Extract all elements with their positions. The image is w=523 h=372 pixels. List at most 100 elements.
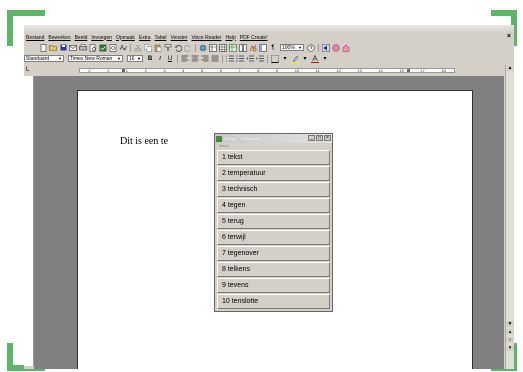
- minimize-icon[interactable]: _: [308, 135, 315, 141]
- show-formatting-icon[interactable]: ¶: [269, 44, 277, 52]
- style-select[interactable]: Standaard ▼: [24, 55, 64, 62]
- read-aloud-icon[interactable]: [322, 43, 330, 52]
- chevron-down-icon[interactable]: ▾: [321, 55, 329, 63]
- ruler-number: 17: [420, 68, 425, 73]
- save-icon[interactable]: [59, 44, 67, 52]
- font-size-select[interactable]: 16 ▼: [127, 55, 143, 62]
- undo-icon[interactable]: [174, 44, 182, 52]
- maximize-icon[interactable]: □: [316, 135, 323, 141]
- toolbar-separator: [318, 43, 319, 52]
- format-painter-icon[interactable]: [164, 43, 172, 52]
- spellcheck-icon[interactable]: [99, 44, 107, 52]
- menu-help[interactable]: Help: [224, 35, 238, 41]
- menu-beeld[interactable]: Beeld: [73, 35, 90, 41]
- suggestion-item[interactable]: 9 tevens: [217, 278, 330, 293]
- toolbar-separator: [177, 54, 178, 63]
- bullets-icon[interactable]: [236, 55, 244, 63]
- chevron-down-icon[interactable]: ▾: [301, 55, 309, 63]
- suggestion-item[interactable]: 6 terwijl: [217, 230, 330, 245]
- new-doc-icon[interactable]: [39, 43, 47, 52]
- popup-menu-label[interactable]: Menu: [215, 143, 332, 149]
- suggestion-item[interactable]: 7 tegenover: [217, 246, 330, 261]
- vertical-ruler[interactable]: [24, 76, 34, 366]
- zoom-select[interactable]: 100% ▼: [280, 44, 304, 51]
- print-preview-icon[interactable]: [89, 43, 97, 52]
- menu-bestand[interactable]: Bestand: [24, 35, 46, 41]
- suggestion-item[interactable]: 5 terug: [217, 214, 330, 229]
- popup-title-bar[interactable]: Skippy - Trefwoorden _ □ ×: [215, 134, 332, 143]
- research-icon[interactable]: [109, 43, 117, 52]
- print-icon[interactable]: [79, 44, 87, 52]
- vertical-scrollbar[interactable]: ▲ ▼ ▴ ○ ▾: [505, 65, 514, 369]
- open-icon[interactable]: [49, 44, 57, 52]
- ruler-number: 12: [336, 68, 341, 73]
- chevron-down-icon[interactable]: ▾: [281, 55, 289, 63]
- numbering-icon[interactable]: [226, 55, 234, 63]
- menu-invoegen[interactable]: Invoegen: [89, 35, 114, 41]
- document-text[interactable]: Dit is een te: [120, 136, 168, 147]
- zoom-value: 100%: [282, 44, 295, 51]
- drawing-icon[interactable]: [249, 44, 257, 52]
- chevron-down-icon: ▼: [117, 56, 121, 61]
- font-color-icon[interactable]: [311, 54, 319, 63]
- previous-page-icon[interactable]: ▴: [506, 329, 514, 335]
- email-icon[interactable]: [69, 44, 77, 52]
- decrease-indent-icon[interactable]: [246, 55, 254, 63]
- suggestion-item[interactable]: 2 temperatuur: [217, 166, 330, 181]
- insert-table-icon[interactable]: [219, 43, 227, 52]
- tables-borders-icon[interactable]: [209, 43, 217, 52]
- cut-icon[interactable]: [134, 44, 142, 52]
- style-value: Standaard: [26, 55, 50, 62]
- read-aloud-home-icon[interactable]: [342, 44, 350, 52]
- menu-tabel[interactable]: Tabel: [153, 35, 169, 41]
- italic-button[interactable]: I: [156, 55, 164, 63]
- suggestion-item[interactable]: 1 tekst: [217, 150, 330, 165]
- paste-icon[interactable]: [154, 44, 162, 52]
- select-browse-object-icon[interactable]: ○: [506, 337, 514, 343]
- underline-button[interactable]: U: [166, 55, 174, 63]
- ruler-scale[interactable]: 2 1 1 2 3 4 5 6 7 8 9 10 11 12 13 14 15 …: [79, 68, 455, 73]
- menu-venster[interactable]: Venster: [169, 35, 190, 41]
- menu-voice-reader[interactable]: Voice Reader: [189, 35, 223, 41]
- scroll-down-icon[interactable]: ▼: [506, 321, 514, 327]
- scroll-up-icon[interactable]: ▲: [506, 65, 514, 71]
- suggestion-item[interactable]: 8 telkens: [217, 262, 330, 277]
- border-icon[interactable]: [271, 54, 279, 63]
- align-left-icon[interactable]: [181, 55, 189, 63]
- justify-icon[interactable]: [211, 55, 219, 63]
- close-icon[interactable]: ×: [324, 135, 331, 141]
- suggestion-item[interactable]: 4 tegen: [217, 198, 330, 213]
- menu-opmaak[interactable]: Opmaak: [114, 35, 137, 41]
- toolbar-separator: [222, 54, 223, 63]
- document-map-icon[interactable]: [259, 43, 267, 52]
- ruler-number: 3: [163, 68, 166, 73]
- menu-pdf-create[interactable]: PDF Create!: [238, 35, 270, 41]
- read-aloud-stop-icon[interactable]: [332, 43, 340, 52]
- menu-bewerken[interactable]: Bewerken: [46, 35, 72, 41]
- right-margin-marker[interactable]: [407, 69, 410, 72]
- redo-icon[interactable]: [184, 44, 192, 52]
- align-right-icon[interactable]: [201, 55, 209, 63]
- hyperlink-icon[interactable]: [199, 44, 207, 52]
- help-icon[interactable]: [307, 43, 315, 52]
- left-indent-marker[interactable]: [122, 69, 125, 72]
- insert-excel-icon[interactable]: [229, 43, 237, 52]
- next-page-icon[interactable]: ▾: [506, 345, 514, 351]
- font-select[interactable]: Times New Roman ▼: [68, 55, 123, 62]
- formatting-toolbar: Standaard ▼ Times New Roman ▼ 16 ▼ B I U ▾ …: [24, 53, 514, 64]
- align-center-icon[interactable]: [191, 55, 199, 63]
- menu-extra[interactable]: Extra: [137, 35, 153, 41]
- bold-button[interactable]: B: [146, 55, 154, 63]
- increase-indent-icon[interactable]: [256, 55, 264, 63]
- app-icon: [216, 135, 222, 142]
- chevron-down-icon: ▼: [298, 45, 302, 50]
- highlight-icon[interactable]: [291, 55, 299, 63]
- columns-icon[interactable]: [239, 43, 247, 52]
- suggestion-item[interactable]: 10 tenslotte: [217, 294, 330, 309]
- tab-selector-icon[interactable]: L: [26, 67, 29, 73]
- suggestion-item[interactable]: 3 technisch: [217, 182, 330, 197]
- copy-icon[interactable]: [144, 43, 152, 52]
- close-document-icon[interactable]: ×: [507, 33, 511, 40]
- grammar-icon[interactable]: [119, 43, 127, 52]
- suggestion-list: 1 tekst 2 temperatuur 3 technisch 4 tege…: [215, 150, 332, 309]
